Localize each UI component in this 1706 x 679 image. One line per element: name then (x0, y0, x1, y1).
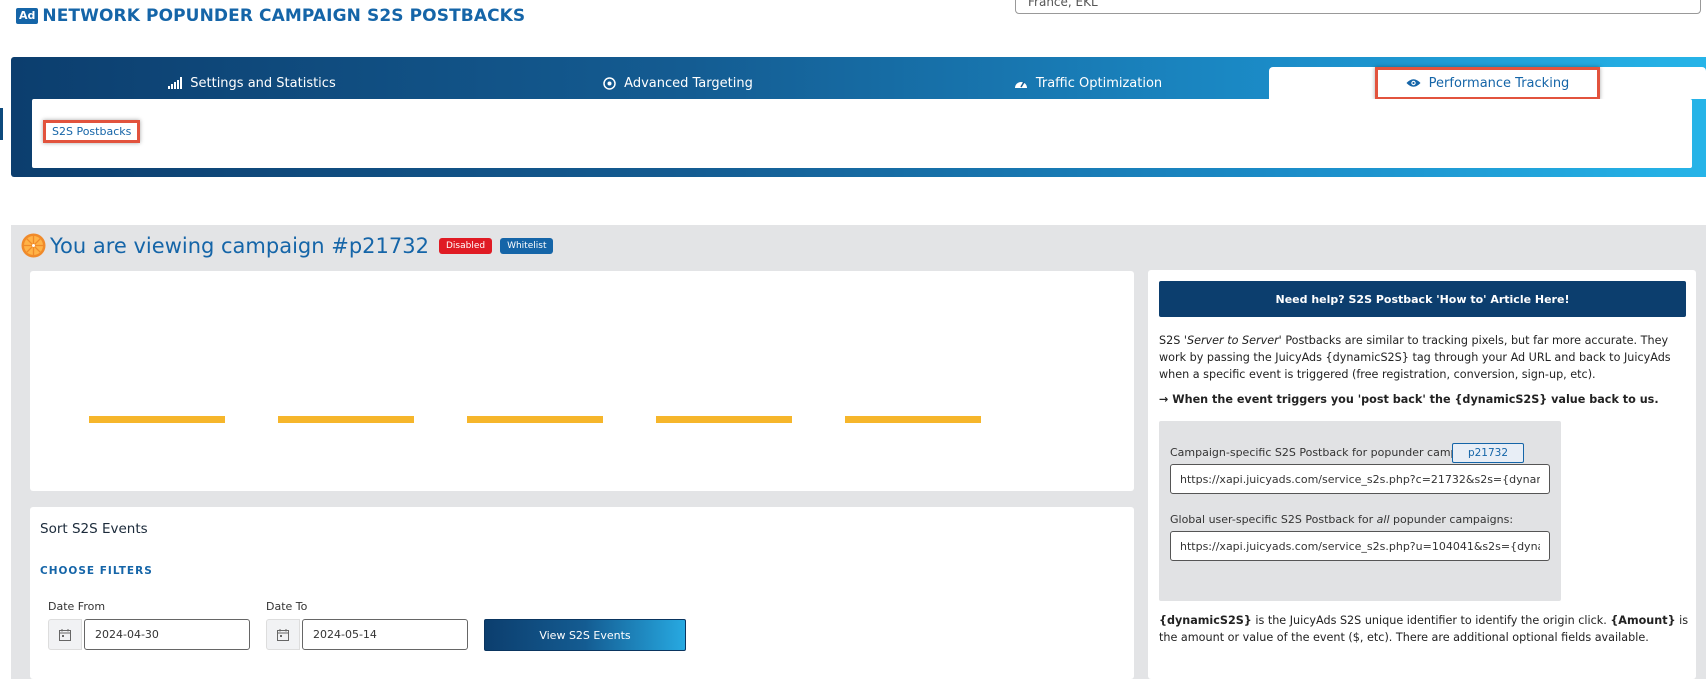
tab-label: Performance Tracking (1428, 75, 1570, 91)
page-header: Ad NETWORK POPUNDER CAMPAIGN S2S POSTBAC… (16, 6, 525, 26)
eye-icon (1406, 78, 1421, 88)
footer-amount-tag: {Amount} (1610, 614, 1676, 627)
date-to-label: Date To (266, 600, 308, 613)
help-text-prefix: S2S (1159, 334, 1184, 347)
ad-icon: Ad (16, 8, 39, 24)
footer-text: is the JuicyAds S2S unique identifier to… (1251, 614, 1611, 627)
postback-instruction: → When the event triggers you 'post back… (1159, 393, 1659, 406)
orange-slice-icon (21, 233, 46, 258)
tab-traffic-optimization[interactable]: Traffic Optimization (988, 68, 1188, 98)
tab-settings-and-statistics[interactable]: Settings and Statistics (152, 68, 352, 98)
campaign-postback-url-field[interactable] (1170, 464, 1550, 494)
campaign-postback-label: Campaign-specific S2S Postback for popun… (1170, 446, 1482, 459)
view-s2s-events-button[interactable]: View S2S Events (484, 619, 686, 651)
left-edge-marker (0, 108, 3, 140)
help-card: Need help? S2S Postback 'How to' Article… (1148, 270, 1696, 679)
help-article-button[interactable]: Need help? S2S Postback 'How to' Article… (1159, 281, 1686, 317)
calendar-icon[interactable] (48, 619, 82, 650)
chart-bar (467, 416, 603, 423)
chart-bar (89, 416, 225, 423)
global-label-suffix: popunder campaigns: (1389, 513, 1514, 526)
postback-box: Campaign-specific S2S Postback for popun… (1159, 421, 1561, 601)
tab-label: Advanced Targeting (624, 75, 753, 91)
help-description: S2S 'Server to Server' Postbacks are sim… (1159, 332, 1689, 383)
help-footer: {dynamicS2S} is the JuicyAds S2S unique … (1159, 612, 1689, 646)
campaign-id-tag: p21732 (1452, 443, 1524, 463)
page-title: NETWORK POPUNDER CAMPAIGN S2S POSTBACKS (42, 6, 526, 26)
top-dropdown-value: France, EKL (1028, 0, 1098, 9)
top-dropdown[interactable]: France, EKL (1015, 0, 1701, 14)
tab-performance-tracking-highlight: Performance Tracking (1374, 66, 1601, 100)
s2s-events-chart (89, 416, 981, 423)
global-postback-label: Global user-specific S2S Postback for al… (1170, 513, 1513, 526)
tab-label: Settings and Statistics (190, 75, 336, 91)
chart-bar (845, 416, 981, 423)
tab-performance-tracking[interactable]: Performance Tracking (1269, 66, 1706, 100)
tab-advanced-targeting[interactable]: Advanced Targeting (578, 68, 778, 98)
campaign-title: You are viewing campaign #p21732 (50, 233, 429, 258)
global-label-prefix: Global user-specific S2S Postback for (1170, 513, 1377, 526)
global-label-italic: all (1376, 513, 1390, 526)
subtab-panel (32, 99, 1692, 168)
footer-dynamic-tag: {dynamicS2S} (1159, 614, 1252, 627)
date-to-input[interactable] (302, 619, 468, 650)
tab-label: Traffic Optimization (1035, 75, 1163, 91)
chart-bar (656, 416, 792, 423)
chart-bar (278, 416, 414, 423)
choose-filters-label: CHOOSE FILTERS (40, 565, 153, 577)
subtab-s2s-postbacks[interactable]: S2S Postbacks (43, 120, 141, 143)
date-from-input[interactable] (84, 619, 250, 650)
sort-card: Sort S2S Events CHOOSE FILTERS Date From… (30, 507, 1134, 679)
whitelist-badge: Whitelist (500, 237, 554, 254)
campaign-heading: You are viewing campaign #p21732 Disable… (21, 233, 561, 258)
calendar-icon[interactable] (266, 619, 300, 650)
help-text-italic: 'Server to Server' (1183, 334, 1282, 347)
signal-bars-icon (168, 77, 183, 89)
global-postback-url-field[interactable] (1170, 531, 1550, 561)
chart-card (30, 271, 1134, 491)
status-badge: Disabled (438, 237, 493, 254)
sort-title: Sort S2S Events (40, 521, 148, 537)
target-icon (603, 76, 616, 90)
gauge-icon (1014, 77, 1028, 89)
date-from-label: Date From (48, 600, 106, 613)
